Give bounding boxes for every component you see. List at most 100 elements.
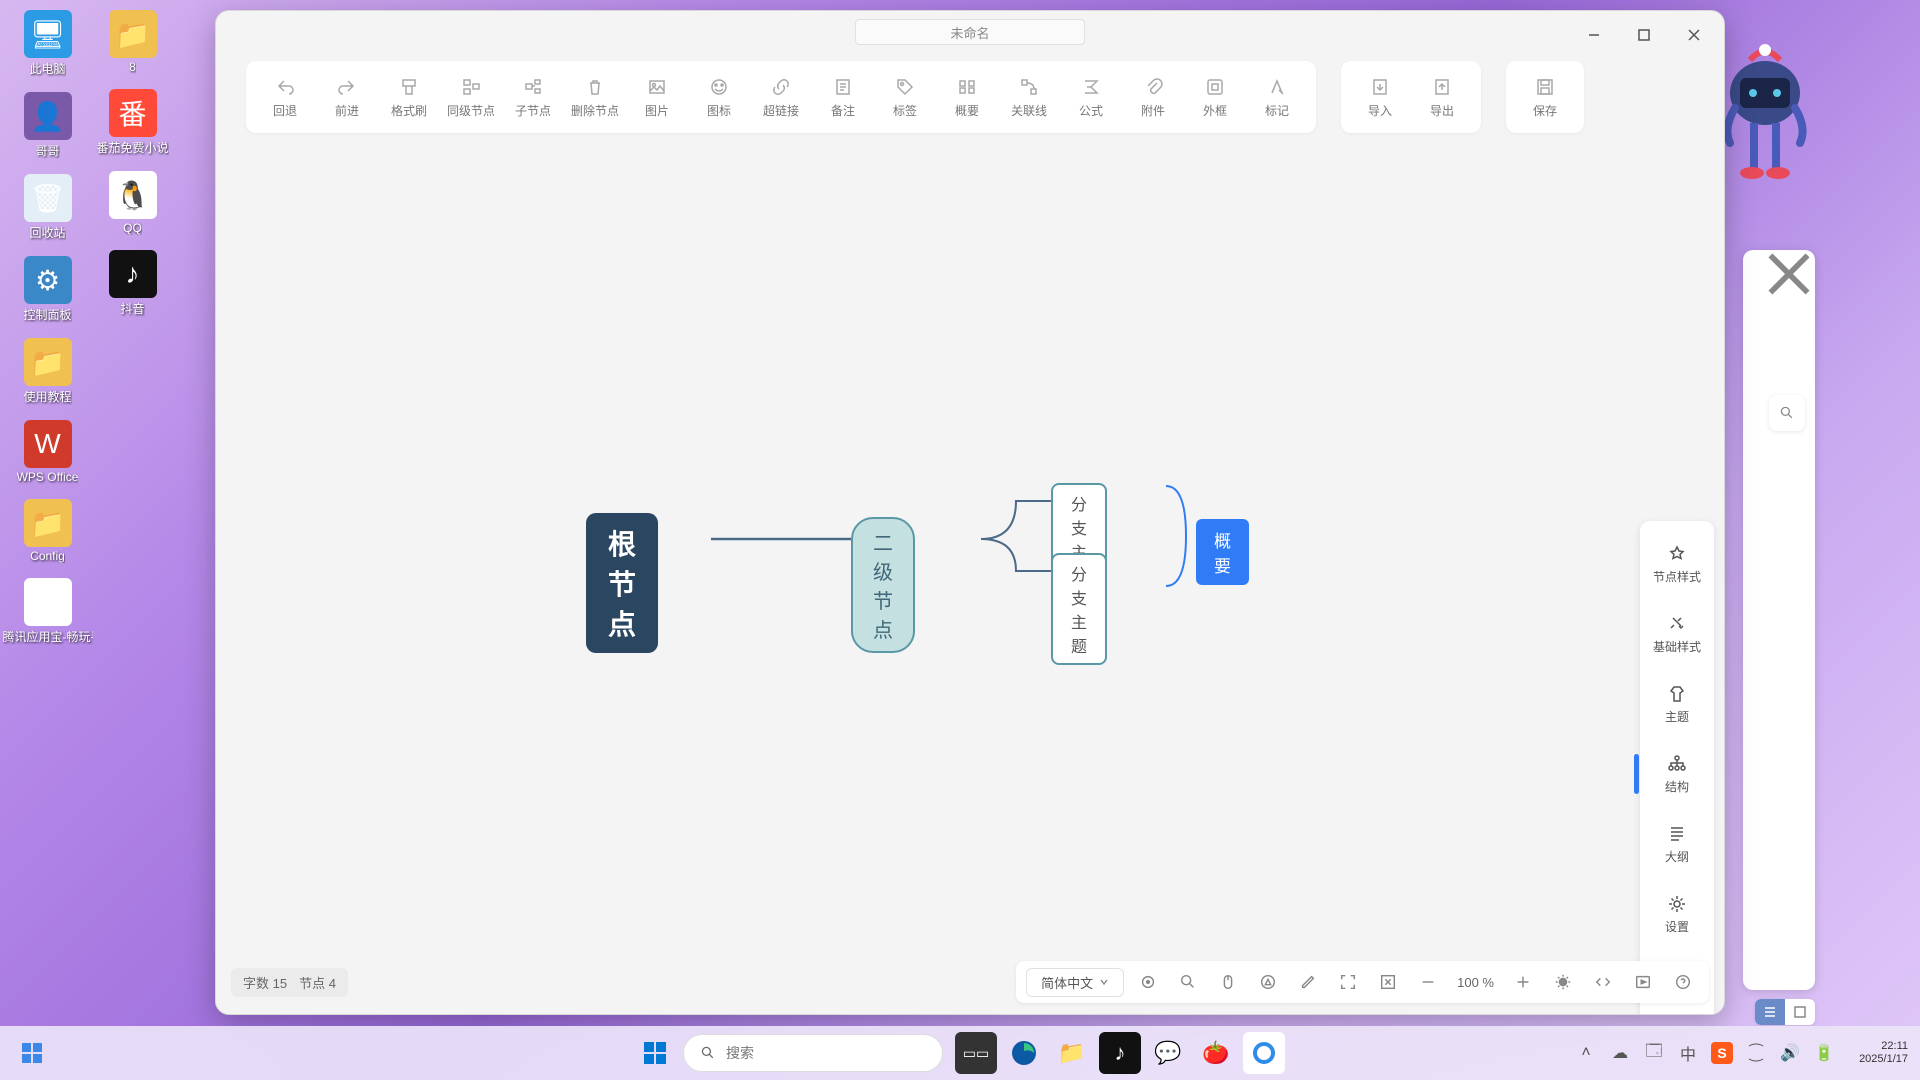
relation-icon bbox=[1018, 76, 1040, 98]
child-node-icon bbox=[522, 76, 544, 98]
view-list-button[interactable] bbox=[1755, 999, 1785, 1025]
desktop-icon-QQ[interactable]: 🐧 QQ bbox=[95, 171, 170, 235]
tray-wifi-icon[interactable]: ⁐ bbox=[1745, 1042, 1767, 1064]
emoji-button[interactable]: 图标 bbox=[690, 69, 748, 125]
task-view-icon[interactable]: ▭▭ bbox=[955, 1032, 997, 1074]
format-painter-icon bbox=[398, 76, 420, 98]
mindmap-level2-node[interactable]: 二级节点 bbox=[851, 517, 915, 653]
desktop-icon-控制面板[interactable]: ⚙ 控制面板 bbox=[10, 256, 85, 323]
theme-toggle-icon[interactable] bbox=[1547, 966, 1579, 998]
mindmap-root-node[interactable]: 根节点 bbox=[586, 513, 658, 653]
formula-button[interactable]: 公式 bbox=[1062, 69, 1120, 125]
side-settings-button[interactable]: 设置 bbox=[1640, 879, 1714, 949]
view-toggle bbox=[1755, 999, 1815, 1025]
widgets-button[interactable] bbox=[12, 1033, 52, 1073]
tray-sogou-icon[interactable]: S bbox=[1711, 1042, 1733, 1064]
desktop-icon-番茄免费小说[interactable]: 番 番茄免费小说 bbox=[95, 89, 170, 156]
taskbar-app1-icon[interactable]: 🍅 bbox=[1195, 1032, 1237, 1074]
mouse-icon[interactable] bbox=[1212, 966, 1244, 998]
format-painter-button[interactable]: 格式刷 bbox=[380, 69, 438, 125]
app-window: 回退 前进 格式刷 同级节点 子节点 删除节点 图片 图标 超链接 备注 标签 … bbox=[215, 10, 1725, 1015]
side-panel: 节点样式 基础样式 主题 结构 大纲 设置 快捷键 bbox=[1640, 521, 1714, 1015]
note-button[interactable]: 备注 bbox=[814, 69, 872, 125]
taskbar-edge-icon[interactable] bbox=[1003, 1032, 1045, 1074]
desktop-icon-WPS Office[interactable]: W WPS Office bbox=[10, 420, 85, 484]
maximize-button[interactable] bbox=[1624, 21, 1664, 49]
desktop-icon-腾讯应用宝-畅玩手机软...[interactable]: ◐ 腾讯应用宝-畅玩手机软... bbox=[10, 578, 85, 645]
canvas[interactable]: 根节点 二级节点 分支主题 分支主题 概要 节点样式 基础样式 主题 结构 大纲… bbox=[216, 141, 1724, 964]
tray-power-icon[interactable]: 🔋 bbox=[1813, 1042, 1835, 1064]
desktop: 🖥 此电脑 👤 哥哥 🗑 回收站 ⚙ 控制面板 📁 使用教程 W WPS Off… bbox=[0, 0, 200, 1000]
export-button[interactable]: 导出 bbox=[1413, 69, 1471, 125]
edit-icon[interactable] bbox=[1292, 966, 1324, 998]
save-button[interactable]: 保存 bbox=[1516, 69, 1574, 125]
settings-icon bbox=[1667, 894, 1687, 914]
side-outline-button[interactable]: 大纲 bbox=[1640, 809, 1714, 879]
help-icon[interactable] bbox=[1667, 966, 1699, 998]
formula-icon bbox=[1080, 76, 1102, 98]
delete-node-button[interactable]: 删除节点 bbox=[566, 69, 624, 125]
tray-chevron-icon[interactable]: ˄ bbox=[1575, 1042, 1597, 1064]
structure-icon bbox=[1667, 754, 1687, 774]
summary-icon bbox=[956, 76, 978, 98]
side-base-style-button[interactable]: 基础样式 bbox=[1640, 599, 1714, 669]
marker-button[interactable]: 标记 bbox=[1248, 69, 1306, 125]
minimize-button[interactable] bbox=[1574, 21, 1614, 49]
fit-icon[interactable] bbox=[1332, 966, 1364, 998]
locate-icon[interactable] bbox=[1132, 966, 1164, 998]
outline-icon bbox=[1667, 824, 1687, 844]
boundary-button[interactable]: 外框 bbox=[1186, 69, 1244, 125]
present-icon[interactable] bbox=[1627, 966, 1659, 998]
document-title-input[interactable] bbox=[855, 19, 1085, 45]
tray-volume-icon[interactable]: 🔊 bbox=[1779, 1042, 1801, 1064]
taskbar-wechat-icon[interactable]: 💬 bbox=[1147, 1032, 1189, 1074]
compass-icon[interactable] bbox=[1252, 966, 1284, 998]
tray-cloud-icon[interactable]: ☁ bbox=[1609, 1042, 1631, 1064]
attachment-button[interactable]: 附件 bbox=[1124, 69, 1182, 125]
desktop-icon-哥哥[interactable]: 👤 哥哥 bbox=[10, 92, 85, 159]
child-node-button[interactable]: 子节点 bbox=[504, 69, 562, 125]
theme-icon bbox=[1667, 684, 1687, 704]
image-button[interactable]: 图片 bbox=[628, 69, 686, 125]
sibling-node-button[interactable]: 同级节点 bbox=[442, 69, 500, 125]
side-structure-button[interactable]: 结构 bbox=[1640, 739, 1714, 809]
tray-battery-icon[interactable]: 🗔 bbox=[1643, 1042, 1665, 1064]
secondary-close-button[interactable] bbox=[1763, 258, 1815, 290]
hyperlink-button[interactable]: 超链接 bbox=[752, 69, 810, 125]
taskbar-tiktok-icon[interactable]: ♪ bbox=[1099, 1032, 1141, 1074]
side-theme-button[interactable]: 主题 bbox=[1640, 669, 1714, 739]
redo-button[interactable]: 前进 bbox=[318, 69, 376, 125]
delete-node-icon bbox=[584, 76, 606, 98]
summary-button[interactable]: 概要 bbox=[938, 69, 996, 125]
taskbar-search-input[interactable] bbox=[726, 1045, 926, 1061]
desktop-icon-抖音[interactable]: ♪ 抖音 bbox=[95, 250, 170, 317]
mindmap-branch-node[interactable]: 分支主题 bbox=[1051, 553, 1107, 665]
tray-ime-icon[interactable]: 中 bbox=[1677, 1042, 1699, 1064]
import-button[interactable]: 导入 bbox=[1351, 69, 1409, 125]
code-icon[interactable] bbox=[1587, 966, 1619, 998]
side-node-style-button[interactable]: 节点样式 bbox=[1640, 529, 1714, 599]
undo-button[interactable]: 回退 bbox=[256, 69, 314, 125]
search-icon[interactable] bbox=[1172, 966, 1204, 998]
taskbar-clock[interactable]: 22:11 2025/1/17 bbox=[1859, 1040, 1908, 1066]
relation-button[interactable]: 关联线 bbox=[1000, 69, 1058, 125]
wordcount-label: 字数 bbox=[243, 976, 269, 991]
language-selector[interactable]: 简体中文 bbox=[1026, 968, 1124, 997]
desktop-icon-Config[interactable]: 📁 Config bbox=[10, 499, 85, 563]
mindmap-summary-node[interactable]: 概要 bbox=[1196, 519, 1249, 585]
start-button[interactable] bbox=[635, 1033, 675, 1073]
taskbar-search[interactable] bbox=[683, 1034, 943, 1072]
tag-button[interactable]: 标签 bbox=[876, 69, 934, 125]
close-button[interactable] bbox=[1674, 21, 1714, 49]
taskbar-app2-icon[interactable] bbox=[1243, 1032, 1285, 1074]
zoom-in-button[interactable] bbox=[1507, 966, 1539, 998]
desktop-icon-回收站[interactable]: 🗑 回收站 bbox=[10, 174, 85, 241]
desktop-icon-使用教程[interactable]: 📁 使用教程 bbox=[10, 338, 85, 405]
view-grid-button[interactable] bbox=[1785, 999, 1815, 1025]
zoom-out-button[interactable] bbox=[1412, 966, 1444, 998]
secondary-search-button[interactable] bbox=[1769, 395, 1805, 431]
desktop-icon-8[interactable]: 📁 8 bbox=[95, 10, 170, 74]
taskbar-explorer-icon[interactable]: 📁 bbox=[1051, 1032, 1093, 1074]
fullscreen-icon[interactable] bbox=[1372, 966, 1404, 998]
desktop-icon-此电脑[interactable]: 🖥 此电脑 bbox=[10, 10, 85, 77]
